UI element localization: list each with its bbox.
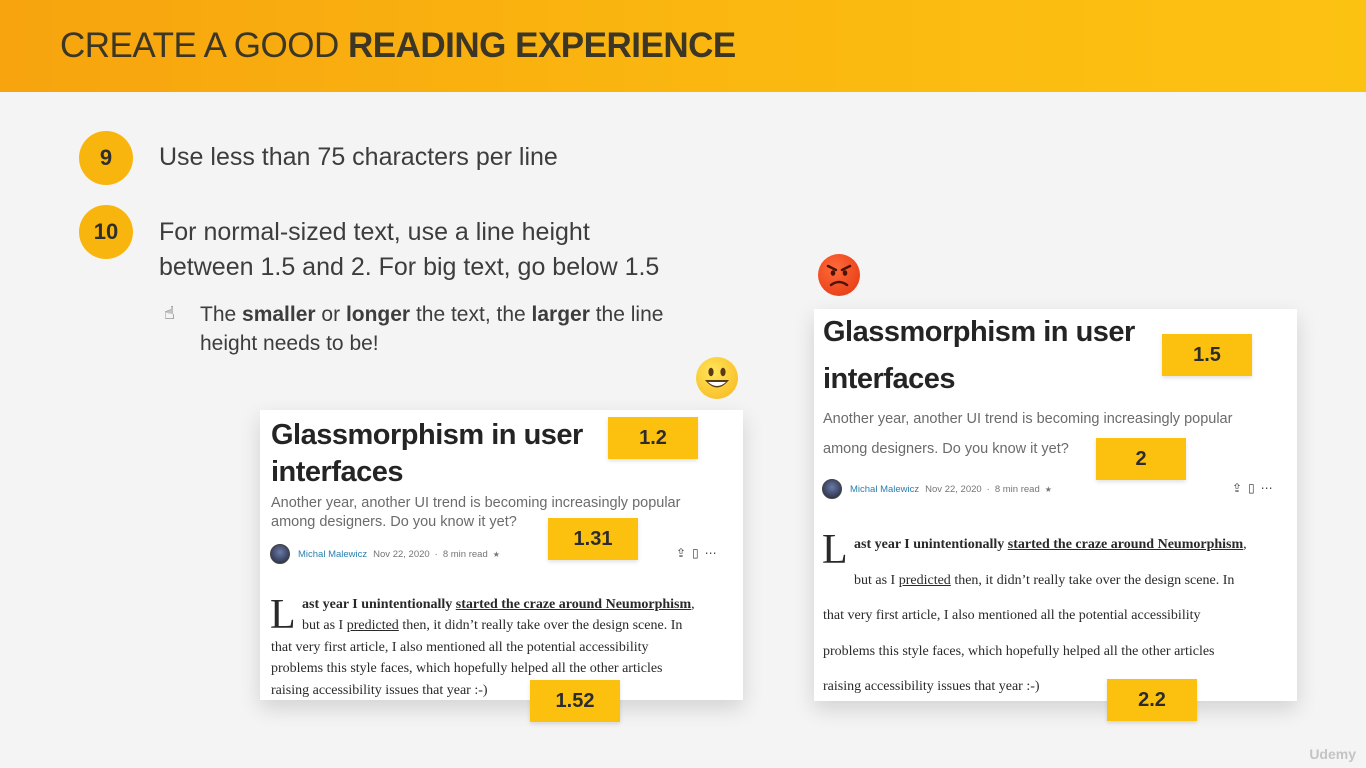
line-height-badge-title: 1.5 bbox=[1162, 334, 1252, 376]
article-body: ast year I unintentionally started the c… bbox=[854, 537, 1247, 588]
article-title: Glassmorphism in user interfaces bbox=[271, 419, 583, 488]
rule-text: For normal-sized text, use a line height… bbox=[159, 218, 660, 281]
star-icon: ★ bbox=[1044, 484, 1052, 494]
article-toolbar: ⇪▯⋯ bbox=[1232, 481, 1279, 495]
angry-face-icon bbox=[818, 254, 860, 296]
share-icon[interactable]: ⇪ bbox=[676, 546, 692, 560]
line-height-badge-body: 1.52 bbox=[530, 680, 620, 722]
avatar[interactable] bbox=[270, 544, 290, 564]
body-link[interactable]: predicted bbox=[899, 573, 951, 588]
rule-number-badge: 9 bbox=[79, 131, 133, 185]
drop-cap: L bbox=[822, 527, 848, 573]
author-link[interactable]: Michal Malewicz bbox=[850, 484, 919, 495]
drop-cap: L bbox=[270, 592, 296, 638]
udemy-watermark: Udemy bbox=[1309, 746, 1356, 762]
line-height-badge-subtitle: 2 bbox=[1096, 438, 1186, 480]
tip-text: The smaller or longer the text, the larg… bbox=[200, 303, 664, 355]
slide-title: CREATE A GOOD READING EXPERIENCE bbox=[60, 26, 736, 65]
rule-text: Use less than 75 characters per line bbox=[159, 143, 558, 171]
body-link[interactable]: predicted bbox=[347, 618, 399, 633]
author-link[interactable]: Michal Malewicz bbox=[298, 549, 367, 560]
bookmark-icon[interactable]: ▯ bbox=[1248, 481, 1261, 495]
star-icon: ★ bbox=[492, 549, 500, 559]
more-icon[interactable]: ⋯ bbox=[705, 546, 723, 560]
avatar[interactable] bbox=[822, 479, 842, 499]
publish-date: Nov 22, 2020 bbox=[373, 548, 430, 560]
body-link[interactable]: started the craze around Neumorphism bbox=[456, 597, 691, 612]
smiling-face-icon bbox=[696, 357, 738, 399]
read-time: 8 min read bbox=[994, 483, 1040, 495]
bookmark-icon[interactable]: ▯ bbox=[692, 546, 705, 560]
rule-number-badge: 10 bbox=[79, 205, 133, 259]
body-link[interactable]: started the craze around Neumorphism bbox=[1008, 537, 1243, 552]
line-height-badge-subtitle: 1.31 bbox=[548, 518, 638, 560]
pointing-up-hand-icon: ☝ bbox=[164, 303, 175, 323]
line-height-badge-body: 2.2 bbox=[1107, 679, 1197, 721]
line-height-badge-title: 1.2 bbox=[608, 417, 698, 459]
more-icon[interactable]: ⋯ bbox=[1261, 481, 1279, 495]
article-toolbar: ⇪▯⋯ bbox=[676, 546, 723, 560]
publish-date: Nov 22, 2020 bbox=[925, 483, 982, 495]
slide-header: CREATE A GOOD READING EXPERIENCE bbox=[0, 0, 1366, 92]
article-body: ast year I unintentionally started the c… bbox=[302, 597, 695, 634]
read-time: 8 min read bbox=[442, 548, 488, 560]
article-meta: Michal Malewicz Nov 22, 2020 · 8 min rea… bbox=[270, 544, 500, 564]
article-meta: Michal Malewicz Nov 22, 2020 · 8 min rea… bbox=[822, 479, 1052, 499]
share-icon[interactable]: ⇪ bbox=[1232, 481, 1248, 495]
article-title: Glassmorphism in user interfaces bbox=[823, 316, 1135, 395]
